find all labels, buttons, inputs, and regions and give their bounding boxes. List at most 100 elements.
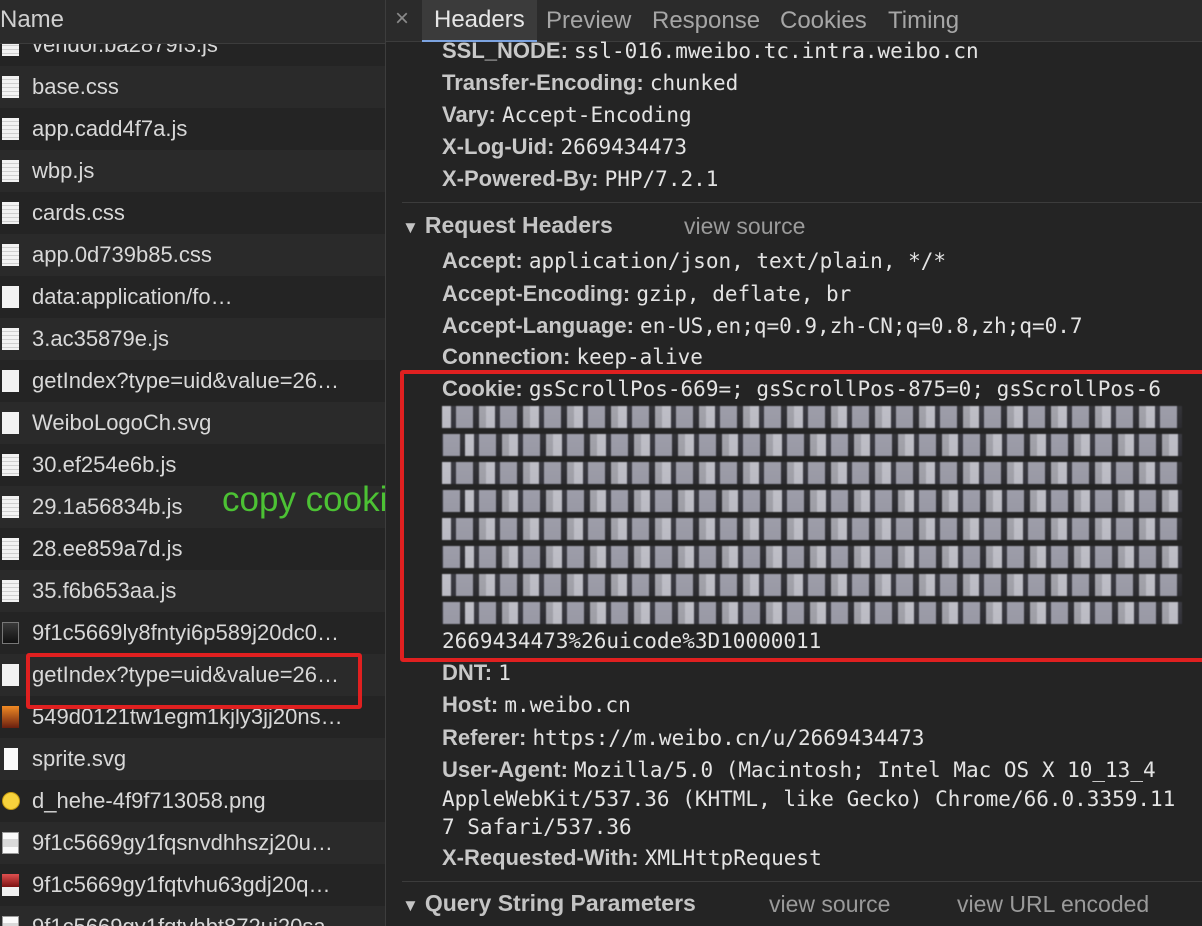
headers-panel: × Headers Preview Response Cookies Timin… [386, 0, 1202, 926]
request-name: 29.1a56834b.js [32, 494, 183, 519]
image-thumbnail-icon [2, 916, 19, 926]
tab-timing[interactable]: Timing [888, 7, 959, 35]
request-row[interactable]: wbp.js [0, 150, 385, 192]
request-name: cards.css [32, 200, 125, 225]
document-icon [2, 244, 19, 266]
header-value: application/json, text/plain, */* [528, 249, 947, 273]
collapse-triangle-icon: ▼ [402, 218, 419, 237]
request-row[interactable]: d_hehe-4f9f713058.png [0, 780, 385, 822]
request-name: sprite.svg [32, 746, 127, 771]
header-value: Accept-Encoding [501, 103, 692, 127]
document-icon [2, 160, 19, 182]
header-key: User-Agent: [442, 757, 568, 782]
header-key: Accept-Language: [442, 313, 634, 338]
request-row[interactable]: base.css [0, 66, 385, 108]
name-column-label: Name [0, 6, 65, 33]
request-name: 9f1c5669gy1fqsnvdhhszj20u… [32, 830, 333, 855]
close-icon[interactable]: × [395, 5, 409, 33]
request-headers-section-title[interactable]: ▼ Request Headers view source [402, 212, 805, 239]
header-value: keep-alive [576, 345, 703, 369]
header-value: chunked [649, 71, 739, 95]
request-name: 35.f6b653aa.js [32, 578, 177, 603]
document-icon [2, 580, 19, 602]
request-list: vendor.ba2879f3.js base.css app.cadd4f7a.j… [0, 24, 385, 926]
request-list-panel: vendor.ba2879f3.js base.css app.cadd4f7a.j… [0, 0, 385, 926]
header-row-dnt: DNT: 1 [442, 660, 511, 686]
request-row[interactable]: sprite.svg [0, 738, 385, 780]
request-name: data:application/fo… [32, 284, 233, 309]
detail-tab-bar: × Headers Preview Response Cookies Timin… [386, 0, 1202, 42]
request-row[interactable]: WeiboLogoCh.svg [0, 402, 385, 444]
view-url-encoded-link[interactable]: view URL encoded [957, 891, 1149, 918]
request-row[interactable]: 9f1c5669ly8fntyi6p589j20dc0… [0, 612, 385, 654]
header-key: DNT: [442, 660, 493, 685]
header-row-accept: Accept: application/json, text/plain, */… [442, 248, 946, 274]
request-row[interactable]: app.cadd4f7a.js [0, 108, 385, 150]
request-row[interactable]: 3.ac35879e.js [0, 318, 385, 360]
document-icon [2, 118, 19, 140]
blank-file-icon [2, 664, 19, 686]
header-key: X-Powered-By: [442, 166, 599, 191]
header-row-host: Host: m.weibo.cn [442, 692, 631, 718]
view-source-link[interactable]: view source [769, 891, 890, 918]
header-value: XMLHttpRequest [644, 846, 822, 870]
request-name: 9f1c5669ly8fntyi6p589j20dc0… [32, 620, 340, 645]
header-key: Accept-Encoding: [442, 281, 631, 306]
copy-cookies-annotation: copy cookies [222, 480, 385, 519]
header-value: m.weibo.cn [504, 693, 631, 717]
request-row[interactable]: 9f1c5669gy1fqtvhu63gdj20q… [0, 864, 385, 906]
user-agent-continued: AppleWebKit/537.36 (KHTML, like Gecko) C… [442, 786, 1175, 812]
request-row[interactable]: 28.ee859a7d.js [0, 528, 385, 570]
smiley-icon [2, 792, 20, 810]
document-icon [2, 496, 19, 518]
tab-response[interactable]: Response [652, 7, 760, 35]
request-row[interactable]: app.0d739b85.css [0, 234, 385, 276]
header-row-vary: Vary: Accept-Encoding [442, 102, 692, 128]
section-title-text: Request Headers [424, 212, 613, 238]
header-value: ssl-016.mweibo.tc.intra.weibo.cn [574, 39, 979, 63]
tab-headers[interactable]: Headers [422, 0, 537, 42]
header-value: 7 Safari/537.36 [442, 815, 632, 839]
request-name: app.cadd4f7a.js [32, 116, 188, 141]
request-name: 3.ac35879e.js [32, 326, 169, 351]
blank-file-icon [2, 286, 19, 308]
header-value: PHP/7.2.1 [604, 167, 719, 191]
header-row-x-powered-by: X-Powered-By: PHP/7.2.1 [442, 166, 718, 192]
blank-file-icon [2, 370, 19, 392]
section-title-text: Query String Parameters [424, 890, 696, 916]
view-source-link[interactable]: view source [684, 213, 805, 240]
name-column-header[interactable]: Name [0, 0, 385, 44]
header-row-x-log-uid: X-Log-Uid: 2669434473 [442, 134, 687, 160]
header-row-connection: Connection: keep-alive [442, 344, 703, 370]
request-name: getIndex?type=uid&value=26… [32, 368, 340, 393]
header-value: gzip, deflate, br [636, 282, 852, 306]
request-row[interactable]: 9f1c5669gy1fqsnvdhhszj20u… [0, 822, 385, 864]
header-value: en-US,en;q=0.9,zh-CN;q=0.8,zh;q=0.7 [640, 314, 1083, 338]
image-thumbnail-icon [2, 832, 19, 854]
document-icon [2, 454, 19, 476]
section-divider [402, 881, 1202, 882]
request-row[interactable]: 9f1c5669gy1fqtvhbt872uj20sa… [0, 906, 385, 926]
header-key: Vary: [442, 102, 496, 127]
request-row[interactable]: cards.css [0, 192, 385, 234]
blank-file-icon [2, 412, 19, 434]
header-key: SSL_NODE: [442, 38, 568, 63]
request-name: app.0d739b85.css [32, 242, 212, 267]
request-row[interactable]: getIndex?type=uid&value=26… [0, 360, 385, 402]
request-row[interactable]: data:application/fo… [0, 276, 385, 318]
header-value: 2669434473 [560, 135, 687, 159]
selected-request-highlight [26, 653, 362, 709]
user-agent-continued: 7 Safari/537.36 [442, 814, 632, 840]
query-string-section-title[interactable]: ▼ Query String Parameters view source vie… [402, 890, 1149, 917]
request-row[interactable]: 35.f6b653aa.js [0, 570, 385, 612]
tab-preview[interactable]: Preview [546, 7, 631, 35]
header-value: 1 [498, 661, 511, 685]
image-thumbnail-icon [2, 706, 19, 728]
request-name: wbp.js [32, 158, 95, 183]
request-name: 30.ef254e6b.js [32, 452, 177, 477]
request-name: 9f1c5669gy1fqtvhu63gdj20q… [32, 872, 331, 897]
image-thumbnail-icon [2, 622, 19, 644]
document-icon [2, 202, 19, 224]
header-row-transfer-encoding: Transfer-Encoding: chunked [442, 70, 738, 96]
tab-cookies[interactable]: Cookies [780, 7, 867, 35]
